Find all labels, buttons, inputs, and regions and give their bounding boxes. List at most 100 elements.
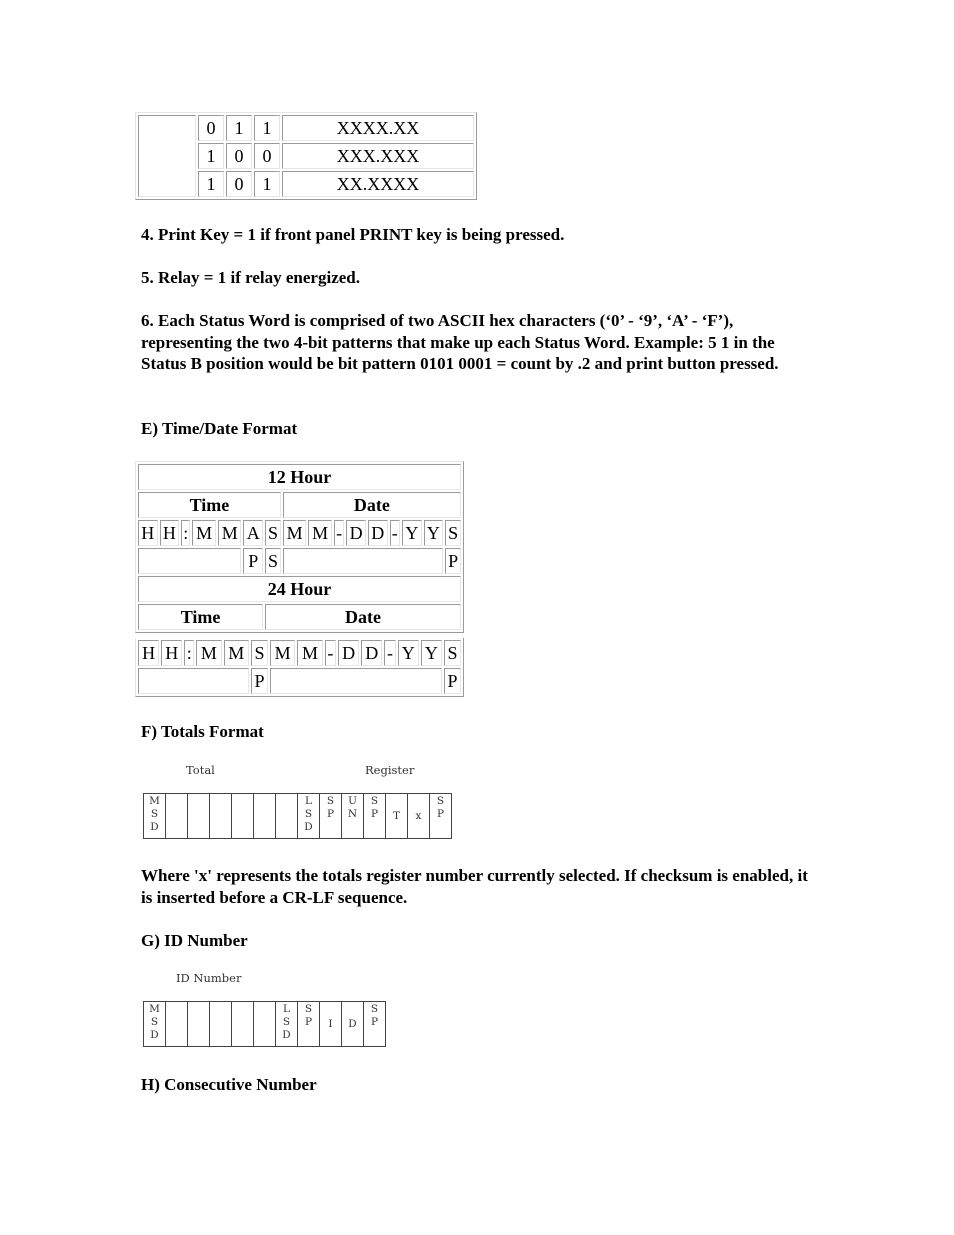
bit-cell: 0 (254, 143, 280, 169)
char-cell: Y (402, 520, 422, 546)
bit-cell: 1 (254, 115, 280, 141)
char-cell: A (243, 520, 264, 546)
diagram-cell: SP (364, 794, 386, 838)
diagram-cell (276, 794, 298, 838)
char-cell: P (251, 668, 268, 694)
char-cell: - (333, 520, 345, 546)
diagram-cell (210, 1002, 232, 1046)
char-cell: S (265, 520, 281, 546)
diagram-cell-char: S (370, 795, 379, 807)
char-cell: H (159, 520, 180, 546)
char-cell: D (338, 640, 360, 666)
id-number-label: ID Number (176, 971, 242, 985)
bit-cell: 1 (254, 171, 280, 197)
diagram-cell-char: S (150, 1016, 159, 1028)
bit-cell: 0 (226, 143, 252, 169)
char-cell: - (324, 640, 337, 666)
note-relay: 5. Relay = 1 if relay energized. (141, 268, 360, 287)
blank-cell (269, 668, 442, 694)
twenty-four-hour-title: 24 Hour (138, 576, 461, 602)
note-status-word: 6. Each Status Word is comprised of two … (141, 311, 779, 374)
note-print-key: 4. Print Key = 1 if front panel PRINT ke… (141, 225, 565, 244)
diagram-cell-char: M (149, 795, 160, 807)
blank-cell (138, 115, 196, 197)
twelve-hour-chars-row: H H : M M A S M M - D D - Y Y S (138, 520, 461, 546)
char-cell: M (196, 640, 222, 666)
diagram-cell: D (342, 1002, 364, 1046)
char-cell: M (297, 640, 323, 666)
diagram-cell-char: D (282, 1029, 291, 1041)
decimal-point-table: 0 1 1 XXXX.XX 1 0 0 XXX.XXX 1 0 1 XX.XXX… (135, 112, 477, 200)
diagram-cell-char: L (305, 795, 312, 807)
section-heading-totals: F) Totals Format (141, 722, 264, 741)
diagram-cell: MSD (144, 1002, 166, 1046)
char-cell: M (269, 640, 296, 666)
twenty-four-hour-time-label: Time (138, 604, 264, 630)
twenty-four-hour-chars-table: H H : M M S M M - D D - Y Y S P P (135, 638, 464, 697)
diagram-cell-char: N (347, 808, 358, 820)
char-cell: Y (397, 640, 419, 666)
diagram-cell: SP (320, 794, 342, 838)
char-cell: M (282, 520, 307, 546)
section-heading-id-number: G) ID Number (141, 931, 248, 950)
char-cell: M (223, 640, 250, 666)
char-cell: P (445, 548, 461, 574)
char-cell: H (138, 520, 158, 546)
char-cell: S (445, 520, 461, 546)
diagram-cell: I (320, 1002, 342, 1046)
diagram-cell: SP (430, 794, 452, 838)
bit-cell: 0 (198, 115, 224, 141)
diagram-cell-char: D (348, 1017, 357, 1030)
id-number-diagram: ID Number MSDLSDSPIDSP (141, 965, 401, 1055)
diagram-cell (166, 794, 188, 838)
char-cell: S (265, 548, 281, 574)
diagram-cell-char: P (370, 808, 379, 820)
char-cell: H (161, 640, 183, 666)
char-cell: Y (423, 520, 444, 546)
diagram-cell (232, 1002, 254, 1046)
time-date-table: 12 Hour Time Date H H : M M A S M M - D … (135, 461, 464, 633)
diagram-cell-char: x (415, 809, 422, 822)
diagram-cell-char: S (150, 808, 159, 820)
diagram-cell: T (386, 794, 408, 838)
char-cell: : (184, 640, 195, 666)
diagram-cell: x (408, 794, 430, 838)
char-cell: P (243, 548, 264, 574)
format-cell: XXX.XXX (282, 143, 474, 169)
diagram-cell (166, 1002, 188, 1046)
char-cell: M (217, 520, 242, 546)
diagram-cell-char: S (326, 795, 335, 807)
section-heading-time-date: E) Time/Date Format (141, 419, 298, 438)
diagram-cell-char: P (370, 1016, 379, 1028)
diagram-cell (210, 794, 232, 838)
diagram-cell (254, 1002, 276, 1046)
diagram-cell-char: S (370, 1003, 379, 1015)
bit-cell: 1 (226, 115, 252, 141)
id-cells: MSDLSDSPIDSP (143, 1001, 386, 1047)
totals-cells: MSDLSDSPUNSPTxSP (143, 793, 452, 839)
diagram-cell: MSD (144, 794, 166, 838)
char-cell: Y (420, 640, 442, 666)
diagram-cell-char: D (150, 821, 159, 833)
twenty-four-hour-chars-row: H H : M M S M M - D D - Y Y S (138, 640, 461, 666)
char-cell: S (443, 640, 461, 666)
char-cell: D (346, 520, 366, 546)
register-label: Register (365, 763, 415, 777)
diagram-cell: SP (298, 1002, 320, 1046)
char-cell: : (181, 520, 191, 546)
char-cell: P (443, 668, 461, 694)
diagram-cell-char: P (326, 808, 335, 820)
diagram-cell: LSD (276, 1002, 298, 1046)
total-label: Total (186, 763, 215, 777)
blank-cell (138, 548, 242, 574)
char-cell: D (367, 520, 388, 546)
diagram-cell-char: S (436, 795, 445, 807)
section-heading-consecutive: H) Consecutive Number (141, 1075, 317, 1094)
diagram-cell: UN (342, 794, 364, 838)
twenty-four-hour-date-label: Date (265, 604, 461, 630)
twelve-hour-date-label: Date (282, 492, 461, 518)
diagram-cell-char: P (304, 1016, 313, 1028)
bit-cell: 0 (226, 171, 252, 197)
diagram-cell-char: M (149, 1003, 160, 1015)
twenty-four-hour-row2: P P (138, 668, 461, 694)
